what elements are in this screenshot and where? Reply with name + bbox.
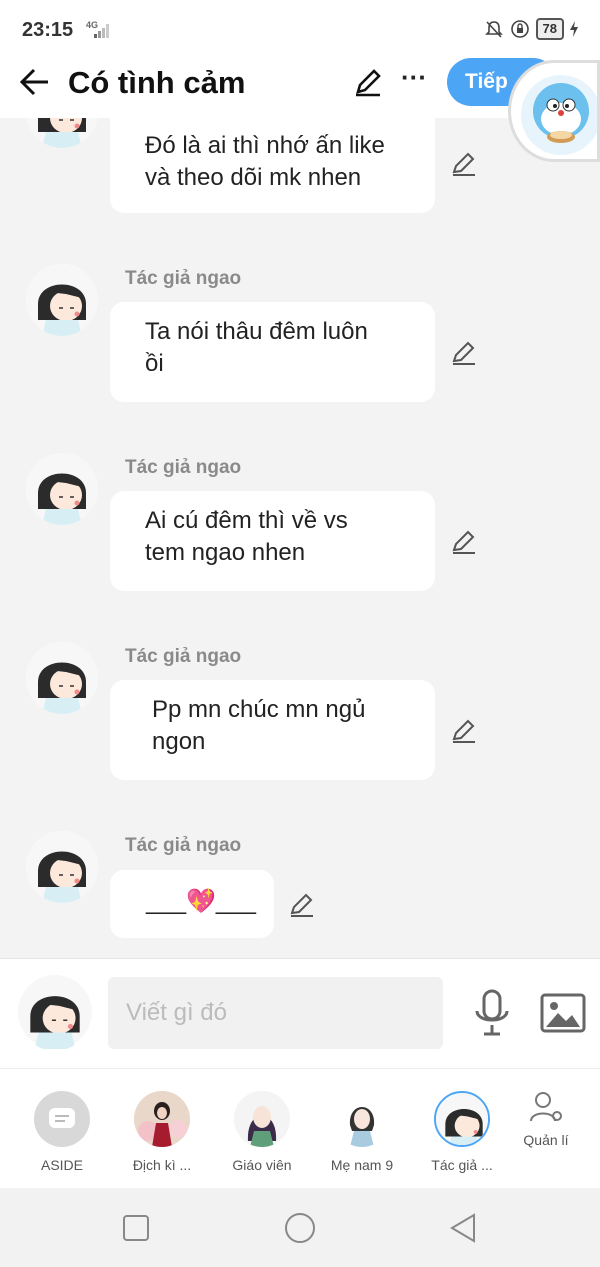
pencil-icon[interactable] (449, 715, 479, 745)
chat-list: Đó là ai thì nhớ ấn like và theo dõi mk … (0, 118, 600, 958)
pencil-icon[interactable] (352, 66, 384, 98)
sender-name: Tác giả ngao (125, 268, 242, 289)
status-icons: 78 (484, 18, 578, 40)
message-bubble[interactable]: ___💖___ (110, 870, 274, 938)
sender-name: Tác giả ngao (125, 646, 242, 667)
avatar (234, 1091, 290, 1147)
character-item[interactable]: Địch kì ... (112, 1091, 212, 1173)
character-label: Mẹ nam 9 (330, 1157, 394, 1173)
pencil-icon[interactable] (449, 337, 479, 367)
manage-label: Quản lí (523, 1132, 569, 1148)
composer: Viết gì đó (0, 958, 600, 1068)
manage-button[interactable]: Quản lí (506, 1089, 586, 1148)
message-bubble[interactable]: Ai cú đêm thì về vs tem ngao nhen (110, 491, 435, 591)
message-text: Pp mn chúc mn ngủ ngon (152, 696, 366, 755)
message-input[interactable]: Viết gì đó (108, 977, 443, 1049)
avatar (334, 1091, 390, 1147)
lock-rotation-icon (510, 20, 529, 38)
recent-apps-icon[interactable] (118, 1210, 154, 1246)
avatar[interactable] (26, 264, 98, 336)
microphone-icon[interactable] (472, 989, 512, 1037)
character-aside[interactable]: ASIDE (12, 1091, 112, 1173)
message-bubble[interactable]: Pp mn chúc mn ngủ ngon (110, 680, 435, 780)
signal-icon (94, 24, 109, 38)
character-bar: ASIDE Địch kì ... Giáo viên Mẹ nam 9 Tác… (0, 1068, 600, 1188)
character-item[interactable]: Mẹ nam 9 (312, 1091, 412, 1173)
avatar (434, 1091, 490, 1147)
avatar[interactable] (18, 973, 92, 1051)
message-text: ___💖___ (146, 888, 256, 915)
charging-icon (570, 21, 578, 37)
message-text: Ta nói thâu đêm luôn ồi (145, 318, 368, 377)
character-label: Địch kì ... (132, 1157, 192, 1173)
pencil-icon[interactable] (449, 526, 479, 556)
pencil-icon[interactable] (287, 889, 317, 919)
home-icon[interactable] (282, 1210, 318, 1246)
character-label: Tác giả ... (431, 1157, 493, 1173)
arrow-left-icon[interactable] (18, 64, 54, 100)
message-text: Đó là ai thì nhớ ấn like và theo dõi mk … (145, 132, 385, 191)
status-time: 23:15 (22, 19, 74, 41)
image-icon[interactable] (540, 993, 586, 1033)
battery-level: 78 (535, 18, 564, 40)
message-bubble[interactable]: Đó là ai thì nhớ ấn like và theo dõi mk … (110, 118, 435, 213)
character-label: ASIDE (40, 1157, 83, 1173)
system-nav-bar (0, 1188, 600, 1267)
avatar[interactable] (26, 642, 98, 714)
status-bar: 23:15 4G 78 (0, 0, 600, 56)
character-item[interactable]: Giáo viên (212, 1091, 312, 1173)
sender-name: Tác giả ngao (125, 835, 242, 856)
back-nav-icon[interactable] (446, 1210, 482, 1246)
pencil-icon[interactable] (449, 148, 479, 178)
message-text: Ai cú đêm thì về vs tem ngao nhen (145, 507, 348, 566)
character-item-active[interactable]: Tác giả ... (412, 1091, 512, 1173)
user-gear-icon (530, 1092, 562, 1122)
avatar[interactable] (26, 118, 98, 148)
chat-bubble-icon (34, 1091, 90, 1147)
character-label: Giáo viên (232, 1157, 292, 1173)
avatar (134, 1091, 190, 1147)
sender-name: Tác giả ngao (125, 457, 242, 478)
avatar[interactable] (26, 453, 98, 525)
more-dots-icon[interactable]: ··· (398, 64, 430, 98)
muted-bell-icon (484, 21, 503, 38)
avatar[interactable] (26, 831, 98, 903)
page-title: Có tình cảm (68, 65, 246, 100)
message-bubble[interactable]: Ta nói thâu đêm luôn ồi (110, 302, 435, 402)
